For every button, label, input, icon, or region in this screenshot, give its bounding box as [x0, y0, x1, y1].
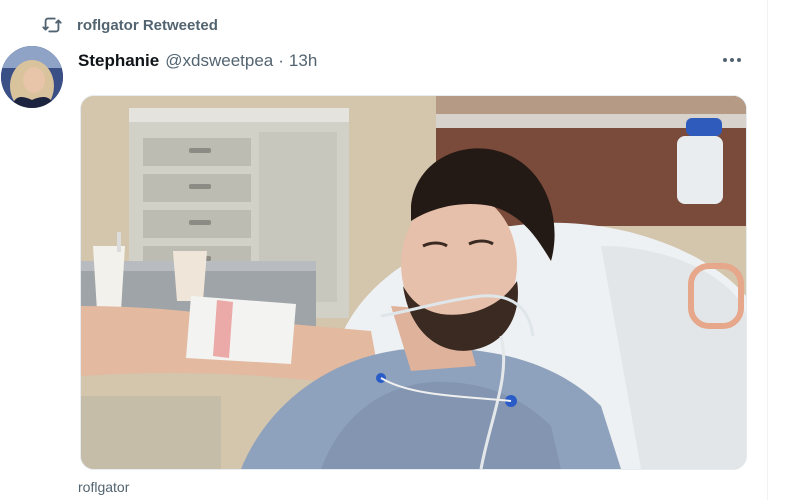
retweet-label: roflgator Retweeted — [77, 16, 218, 34]
next-tweet-author[interactable]: roflgator — [78, 479, 129, 495]
tweet-photo[interactable] — [80, 95, 747, 470]
timestamp[interactable]: 13h — [289, 51, 317, 71]
retweet-context[interactable]: roflgator Retweeted — [41, 13, 218, 37]
separator-dot: · — [278, 51, 284, 70]
author-name[interactable]: Stephanie — [78, 51, 159, 71]
tweet-header: Stephanie @xdsweetpea · 13h — [78, 49, 317, 73]
timeline-divider — [767, 0, 768, 500]
photo-scene — [81, 96, 746, 469]
avatar-image — [1, 46, 63, 108]
retweet-icon — [42, 17, 62, 33]
more-dots-icon[interactable] — [718, 50, 746, 70]
avatar[interactable] — [1, 46, 63, 108]
author-handle[interactable]: @xdsweetpea — [165, 51, 273, 71]
